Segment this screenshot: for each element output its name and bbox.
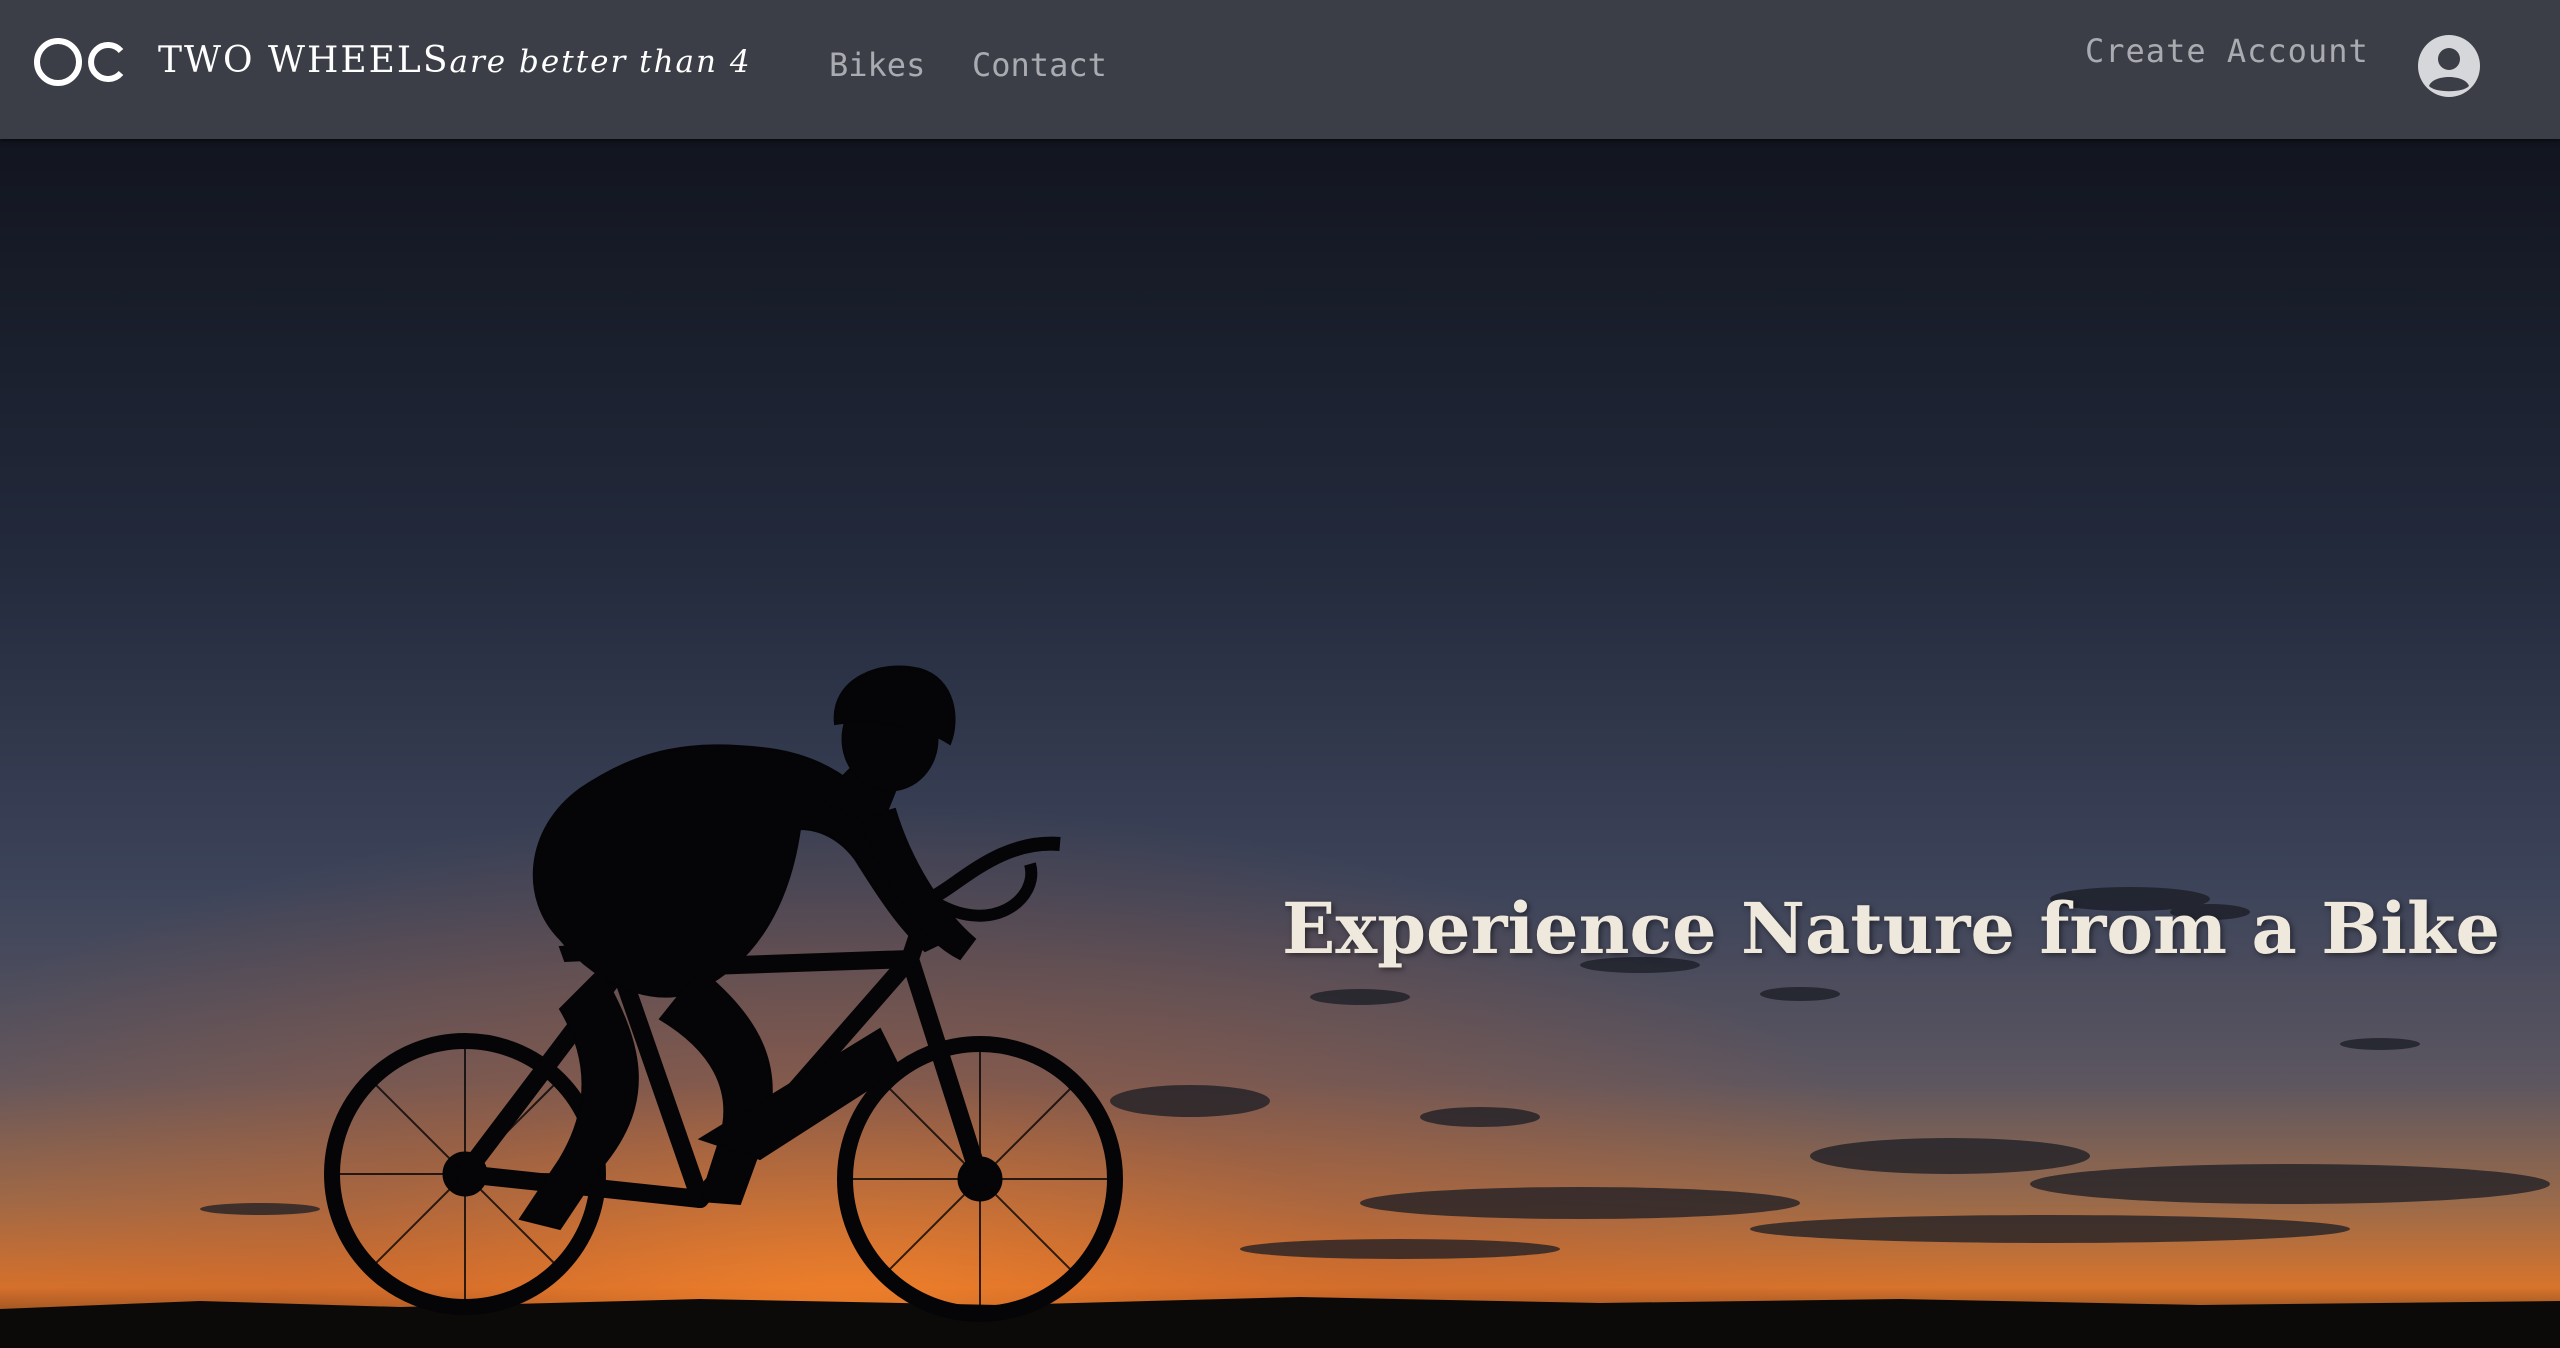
top-navbar: TWO WHEELS are better than 4 Bikes Conta…	[0, 0, 2560, 139]
brand[interactable]: TWO WHEELS are better than 4	[158, 40, 752, 90]
brand-tagline: are better than 4	[449, 44, 752, 80]
hero-section: Experience Nature from a Bike	[0, 139, 2560, 1348]
hero-background-image	[0, 139, 2560, 1348]
cc-logo-icon[interactable]	[33, 36, 127, 88]
nav-link-contact[interactable]: Contact	[972, 46, 1107, 84]
brand-name: TWO WHEELS	[158, 40, 450, 81]
hero-title: Experience Nature from a Bike	[1282, 887, 2500, 970]
user-circle-icon[interactable]	[2417, 34, 2481, 98]
create-account-link[interactable]: Create Account	[2085, 32, 2369, 70]
nav-link-bikes[interactable]: Bikes	[829, 46, 925, 84]
